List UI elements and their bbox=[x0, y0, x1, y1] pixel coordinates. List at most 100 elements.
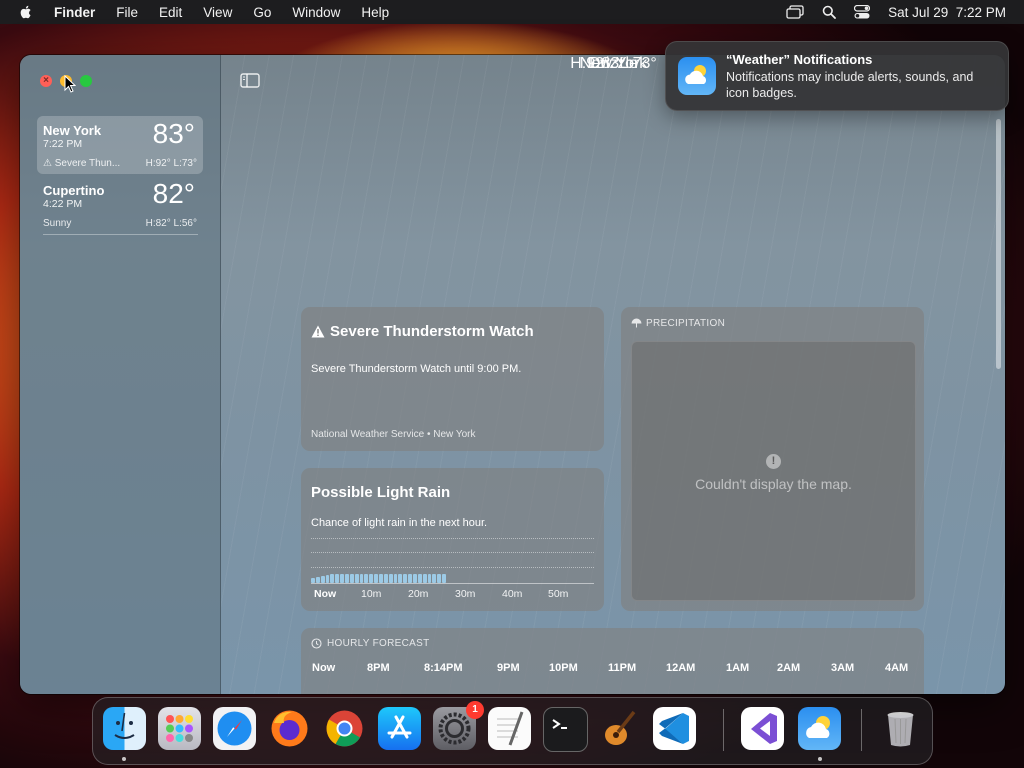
safari-icon[interactable] bbox=[213, 707, 256, 750]
running-indicator bbox=[818, 757, 822, 761]
running-indicator bbox=[122, 757, 126, 761]
control-center-icon[interactable] bbox=[854, 5, 871, 19]
visual-studio-icon[interactable] bbox=[741, 707, 784, 750]
location-temp: 82° bbox=[152, 178, 195, 209]
tick-label: 30m bbox=[455, 588, 476, 600]
warning-icon bbox=[311, 325, 325, 338]
notification-title: “Weather” Notifications bbox=[726, 52, 873, 67]
spotlight-search-icon[interactable] bbox=[822, 5, 837, 19]
hour-label: Now bbox=[312, 662, 336, 674]
garageband-icon[interactable] bbox=[598, 707, 641, 750]
location-card-new-york[interactable]: New York 7:22 PM 83° ⚠ Severe Thun... H:… bbox=[37, 116, 203, 174]
weather-window: × New York 7:22 PM 83° ⚠ Severe Thun... … bbox=[20, 55, 1005, 694]
location-high-low: H:92° L:73° bbox=[145, 158, 197, 169]
notification-badge: 1 bbox=[466, 701, 484, 719]
menu-view[interactable]: View bbox=[203, 5, 232, 20]
trash-icon[interactable] bbox=[879, 707, 922, 750]
menu-help[interactable]: Help bbox=[361, 5, 389, 20]
hour-label: 2AM bbox=[777, 662, 801, 674]
hour-label: 8:14PM bbox=[424, 662, 463, 674]
precipitation-map[interactable]: ! Couldn't display the map. bbox=[631, 341, 916, 601]
weather-app-icon bbox=[678, 57, 716, 95]
precipitation-heading-text: PRECIPITATION bbox=[646, 318, 726, 329]
location-high-low: H:82° L:56° bbox=[145, 218, 197, 229]
dock-divider bbox=[861, 709, 862, 751]
alert-title-text: Severe Thunderstorm Watch bbox=[330, 323, 534, 340]
system-settings-icon[interactable]: 1 bbox=[433, 701, 484, 750]
precipitation-heading: PRECIPITATION bbox=[631, 318, 725, 329]
alert-source: National Weather Service • New York bbox=[311, 429, 476, 440]
chrome-icon[interactable] bbox=[323, 707, 366, 750]
app-store-icon[interactable] bbox=[378, 707, 421, 750]
location-city: Cupertino bbox=[43, 183, 105, 198]
error-icon: ! bbox=[766, 454, 781, 469]
sidebar-toggle-icon[interactable] bbox=[240, 73, 260, 88]
tick-label: Now bbox=[314, 588, 337, 600]
zoom-window-button[interactable] bbox=[80, 75, 92, 87]
dock-divider bbox=[723, 709, 724, 751]
screen-mirroring-icon[interactable] bbox=[786, 5, 804, 19]
rain-intensity-bars bbox=[311, 574, 447, 583]
location-condition: Sunny bbox=[43, 218, 72, 229]
tick-label: 50m bbox=[548, 588, 569, 600]
hour-label: 4AM bbox=[885, 662, 909, 674]
location-temp: 83° bbox=[152, 118, 195, 149]
sun-cloud-icon bbox=[685, 65, 707, 84]
alert-title: Severe Thunderstorm Watch bbox=[311, 323, 534, 340]
weather-icon[interactable] bbox=[798, 707, 841, 750]
finder-icon[interactable] bbox=[103, 707, 146, 750]
hourly-heading: HOURLY FORECAST bbox=[311, 638, 429, 649]
hour-label: 10PM bbox=[549, 662, 578, 674]
rain-forecast-description: Chance of light rain in the next hour. bbox=[311, 517, 488, 529]
next-hour-precipitation-panel[interactable]: Possible Light Rain Chance of light rain… bbox=[301, 468, 604, 611]
location-time: 4:22 PM bbox=[43, 198, 83, 210]
locations-sidebar: × New York 7:22 PM 83° ⚠ Severe Thun... … bbox=[20, 55, 221, 694]
clock-icon bbox=[311, 638, 322, 649]
hour-label: 12AM bbox=[666, 662, 696, 674]
hourly-heading-text: HOURLY FORECAST bbox=[327, 638, 430, 649]
rain-forecast-title: Possible Light Rain bbox=[311, 484, 451, 501]
chart-gridline bbox=[311, 538, 594, 539]
chart-axis bbox=[311, 583, 594, 584]
hour-label: 3AM bbox=[831, 662, 855, 674]
menu-bar-clock[interactable]: Sat Jul 29 7:22 PM bbox=[888, 5, 1006, 20]
chart-gridline bbox=[311, 552, 594, 553]
hour-label: 11PM bbox=[608, 662, 637, 674]
sidebar-divider bbox=[43, 234, 198, 235]
hour-label: 8PM bbox=[367, 662, 390, 674]
hour-label: 1AM bbox=[726, 662, 750, 674]
menu-bar: Finder File Edit View Go Window Help Sat… bbox=[0, 0, 1024, 24]
hourly-forecast-panel[interactable]: HOURLY FORECAST Now 8PM 8:14PM 9PM 10PM … bbox=[301, 628, 924, 694]
notification-body: Notifications may include alerts, sounds… bbox=[726, 70, 974, 100]
alert-description: Severe Thunderstorm Watch until 9:00 PM. bbox=[311, 363, 522, 375]
launchpad-icon[interactable] bbox=[158, 707, 201, 750]
location-condition: ⚠ Severe Thun... bbox=[43, 158, 121, 169]
vertical-scrollbar[interactable] bbox=[996, 119, 1001, 369]
severe-weather-alert-panel[interactable]: Severe Thunderstorm Watch Severe Thunder… bbox=[301, 307, 604, 451]
mouse-pointer-icon bbox=[64, 75, 76, 93]
location-card-cupertino[interactable]: Cupertino 4:22 PM 82° Sunny H:82° L:56° bbox=[37, 176, 203, 234]
close-icon: × bbox=[43, 75, 49, 86]
menu-window[interactable]: Window bbox=[292, 5, 340, 20]
menu-edit[interactable]: Edit bbox=[159, 5, 182, 20]
close-window-button[interactable]: × bbox=[40, 75, 52, 87]
precipitation-map-panel[interactable]: PRECIPITATION ! Couldn't display the map… bbox=[621, 307, 924, 611]
location-city: New York bbox=[43, 123, 102, 138]
menu-file[interactable]: File bbox=[116, 5, 138, 20]
menu-go[interactable]: Go bbox=[253, 5, 271, 20]
terminal-icon[interactable] bbox=[543, 707, 588, 752]
tick-label: 10m bbox=[361, 588, 382, 600]
hour-label: 9PM bbox=[497, 662, 520, 674]
notification-banner[interactable]: “Weather” Notifications Notifications ma… bbox=[665, 41, 1009, 111]
textedit-icon[interactable] bbox=[488, 707, 531, 750]
tick-label: 20m bbox=[408, 588, 429, 600]
chart-gridline bbox=[311, 567, 594, 568]
umbrella-icon bbox=[631, 318, 642, 328]
apple-menu-icon[interactable] bbox=[18, 4, 34, 20]
location-time: 7:22 PM bbox=[43, 138, 83, 150]
map-error-message: Couldn't display the map. bbox=[695, 476, 852, 492]
tick-label: 40m bbox=[502, 588, 523, 600]
firefox-icon[interactable] bbox=[268, 707, 311, 750]
vscode-icon[interactable] bbox=[653, 707, 696, 750]
menu-app-name[interactable]: Finder bbox=[54, 5, 95, 20]
